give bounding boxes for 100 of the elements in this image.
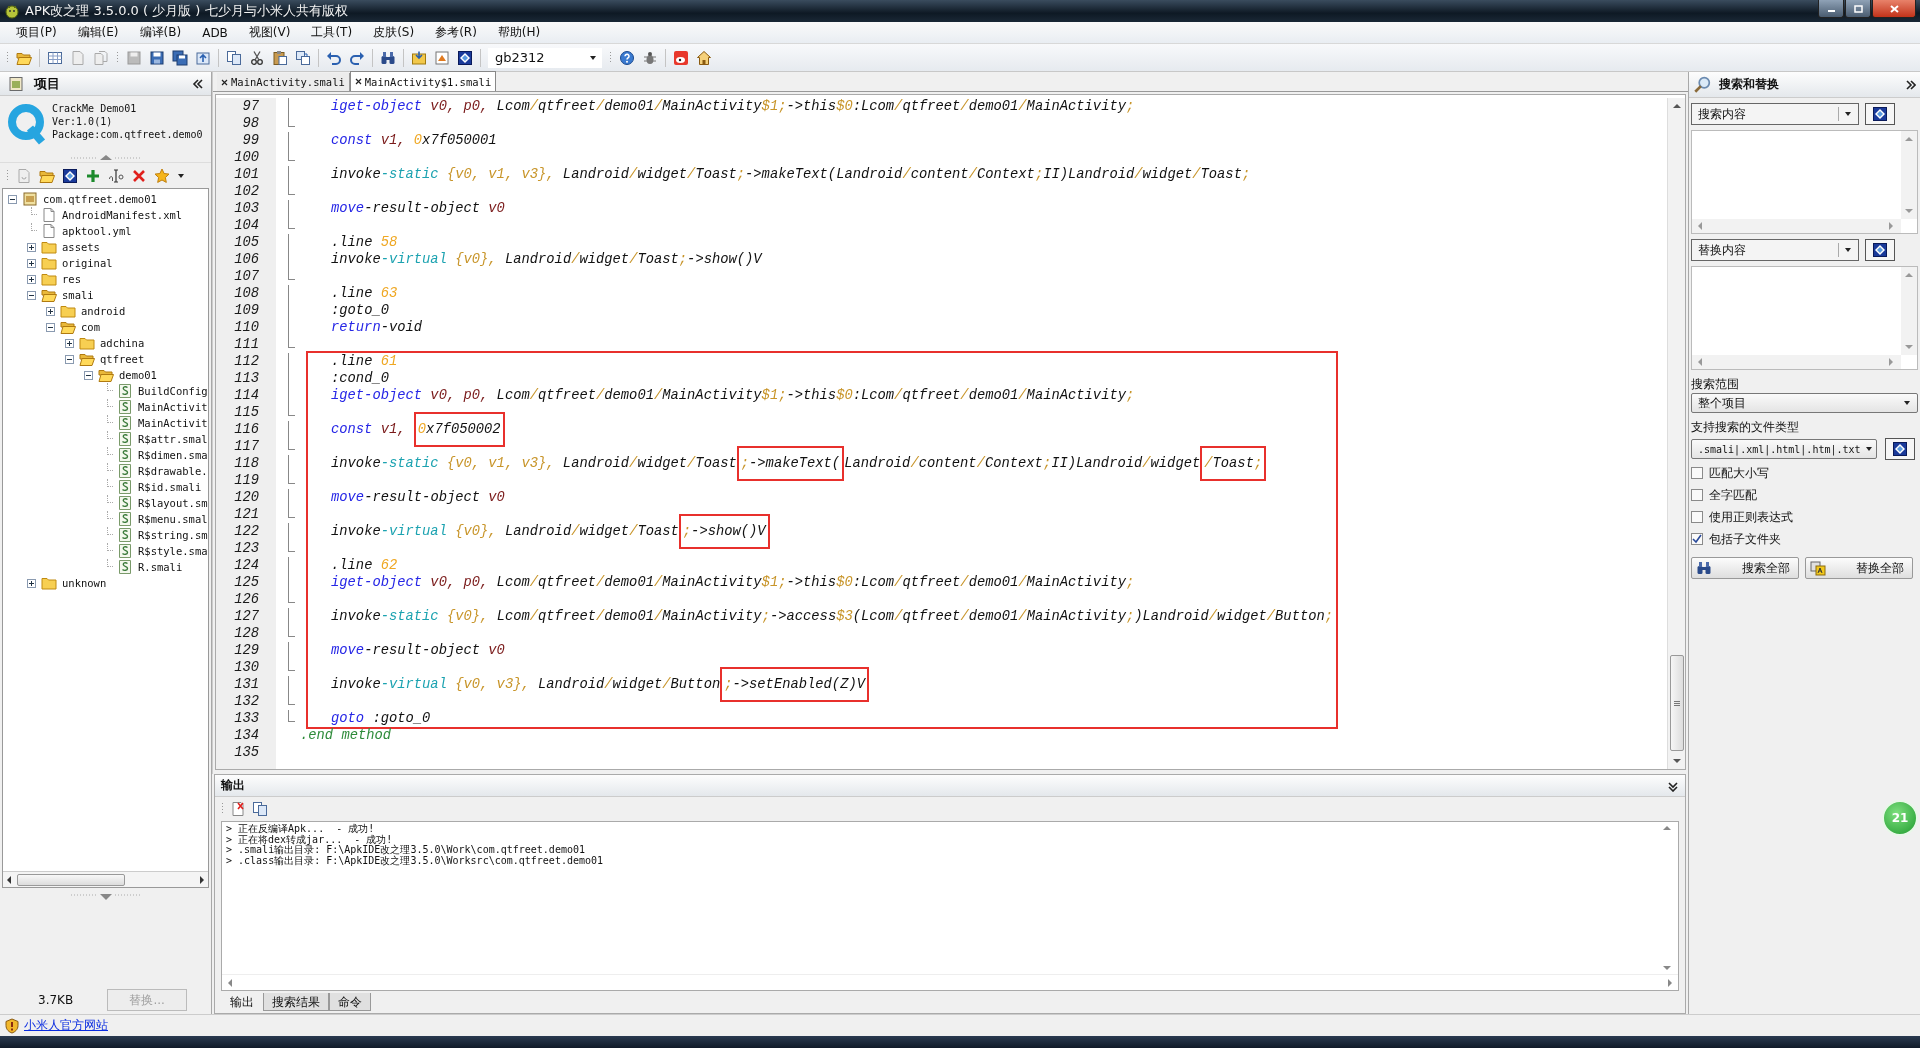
grid-icon[interactable] <box>47 49 63 66</box>
tree-item[interactable]: assets <box>61 241 101 253</box>
cross-icon[interactable] <box>131 167 147 184</box>
close-button[interactable] <box>1872 0 1916 18</box>
checkbox[interactable] <box>1691 489 1703 501</box>
menu-item[interactable]: 编译(B) <box>129 22 193 43</box>
help-icon[interactable] <box>619 49 635 66</box>
file-type-select[interactable]: .smali|.xml|.html|.htm|.txt <box>1691 439 1877 459</box>
tree-item[interactable]: original <box>61 257 114 269</box>
scroll-up-icon[interactable] <box>1671 102 1682 110</box>
tree-item[interactable]: com.qtfreet.demo01 <box>42 193 158 205</box>
search-all-button[interactable]: 搜索全部 <box>1691 557 1799 579</box>
expand-toggle[interactable] <box>46 322 55 332</box>
tree-item[interactable]: MainActivit <box>137 417 208 429</box>
clear-icon[interactable] <box>230 801 246 817</box>
menu-item[interactable]: 参考(R) <box>425 22 488 43</box>
panel-tab[interactable]: 命令 <box>329 993 371 1011</box>
tree-item[interactable]: R$menu.smal <box>137 513 208 525</box>
text-cursor-icon[interactable] <box>108 167 124 184</box>
scroll-right-icon[interactable] <box>198 874 206 885</box>
editor-tab[interactable]: MainActivity.smali <box>217 73 350 91</box>
star-icon[interactable] <box>154 167 170 184</box>
tree-item[interactable]: AndroidManifest.xml <box>61 209 184 221</box>
menu-item[interactable]: 编辑(E) <box>67 22 130 43</box>
encoding-select[interactable]: gb2312 <box>488 47 602 68</box>
save-all-icon[interactable] <box>172 49 188 66</box>
minimize-button[interactable] <box>1818 0 1844 18</box>
menu-item[interactable]: 视图(V) <box>238 22 302 43</box>
replace-field[interactable]: 替换内容 <box>1691 239 1859 261</box>
scroll-down-icon[interactable] <box>1671 757 1682 765</box>
export-icon[interactable] <box>195 49 211 66</box>
scrollbar-thumb[interactable] <box>1669 655 1684 751</box>
tree-item[interactable]: R$id.smali <box>137 481 203 493</box>
website-link[interactable]: 小米人官方网站 <box>24 1017 108 1034</box>
search-field[interactable]: 搜索内容 <box>1691 103 1859 125</box>
tree-item[interactable]: R$layout.sm <box>137 497 208 509</box>
copy-icon[interactable] <box>226 49 242 66</box>
scroll-down-icon[interactable] <box>1662 964 1672 972</box>
expand-toggle[interactable] <box>8 194 17 204</box>
plus-icon[interactable] <box>85 167 101 184</box>
checkbox[interactable] <box>1691 467 1703 479</box>
maximize-button[interactable] <box>1845 0 1871 18</box>
tree-item[interactable]: R$dimen.sma <box>137 449 208 461</box>
tree-item[interactable]: com <box>80 321 101 333</box>
tree-item[interactable]: apktool.yml <box>61 225 133 237</box>
expand-toggle[interactable] <box>65 354 74 364</box>
replace-icon[interactable] <box>295 49 311 66</box>
tree-item[interactable]: smali <box>61 289 95 301</box>
cut-icon[interactable] <box>249 49 265 66</box>
paste-icon[interactable] <box>272 49 288 66</box>
editor-tab[interactable]: MainActivity$1.smali <box>349 71 497 91</box>
menu-item[interactable]: 帮助(H) <box>487 22 552 43</box>
scope-select[interactable]: 整个项目 <box>1691 393 1918 413</box>
tree-item[interactable]: MainActivit <box>137 401 208 413</box>
tree-item[interactable]: R$string.sm <box>137 529 208 541</box>
expand-toggle[interactable] <box>46 306 55 316</box>
tree-item[interactable]: adchina <box>99 337 146 349</box>
menu-item[interactable]: 项目(P) <box>6 22 68 43</box>
expand-toggle[interactable] <box>27 578 36 588</box>
tree-item[interactable]: R$attr.smal <box>137 433 208 445</box>
eraser-button[interactable] <box>1865 239 1895 261</box>
scroll-left-icon[interactable] <box>5 874 13 885</box>
expand-toggle[interactable] <box>84 370 93 380</box>
expand-toggle[interactable] <box>27 290 36 300</box>
home-icon[interactable] <box>696 49 712 66</box>
expand-toggle[interactable] <box>27 242 36 252</box>
bug-icon[interactable] <box>642 49 658 66</box>
tree-item[interactable]: R$drawable. <box>137 465 208 477</box>
expand-toggle[interactable] <box>27 258 36 268</box>
tree-item[interactable]: res <box>61 273 82 285</box>
menu-item[interactable]: 皮肤(S) <box>363 22 426 43</box>
tree-item[interactable]: qtfreet <box>99 353 146 365</box>
expand-icon[interactable] <box>1904 78 1916 91</box>
eraser-button[interactable] <box>1885 438 1915 460</box>
eraser-button[interactable] <box>1865 103 1895 125</box>
save-icon[interactable] <box>149 49 165 66</box>
close-icon[interactable] <box>354 78 362 85</box>
menu-item[interactable]: 工具(T) <box>301 22 364 43</box>
tree-item[interactable]: unknown <box>61 577 108 589</box>
binoculars-icon[interactable] <box>380 49 396 66</box>
tree-item[interactable]: R.smali <box>137 561 184 573</box>
expand-toggle[interactable] <box>27 274 36 284</box>
menu-item[interactable]: ADB <box>192 23 239 42</box>
panel-tab[interactable]: 搜索结果 <box>263 993 329 1011</box>
replace-all-button[interactable]: 替换全部 <box>1805 557 1913 579</box>
build-icon[interactable] <box>434 49 450 66</box>
tree-item[interactable]: BuildConfig <box>137 385 208 397</box>
close-icon[interactable] <box>221 78 228 86</box>
redo-icon[interactable] <box>349 49 365 66</box>
collapse-icon[interactable] <box>191 77 203 90</box>
tree-item[interactable]: android <box>80 305 127 317</box>
tree-item[interactable]: R$style.sma <box>137 545 208 557</box>
tree-item[interactable]: demo01 <box>118 369 158 381</box>
scrollbar-thumb[interactable] <box>17 873 125 886</box>
package-icon[interactable] <box>411 49 427 66</box>
checkbox[interactable] <box>1691 511 1703 523</box>
copy-icon[interactable] <box>252 801 268 817</box>
collapse-icon[interactable] <box>1667 779 1679 792</box>
checkbox[interactable] <box>1691 533 1703 545</box>
scroll-up-icon[interactable] <box>1662 824 1672 832</box>
